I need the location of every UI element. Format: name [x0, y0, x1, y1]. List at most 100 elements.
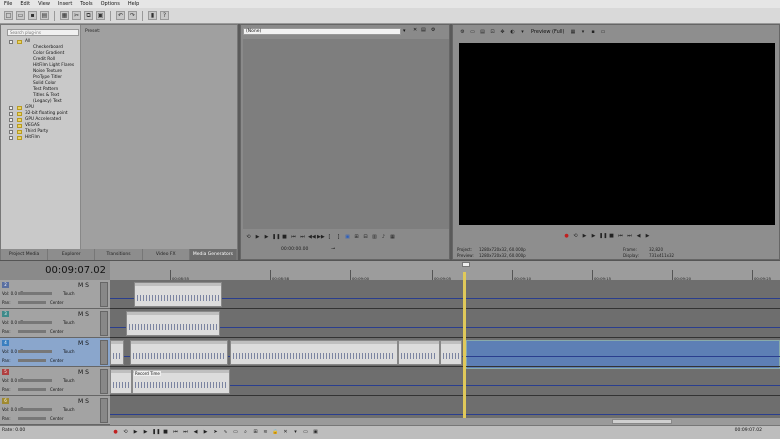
stop-icon[interactable]: ■: [162, 429, 169, 436]
tree-item[interactable]: Checkerboard: [33, 45, 63, 50]
audio-clip[interactable]: [398, 340, 440, 365]
forward-icon[interactable]: ▶: [202, 429, 209, 436]
insert-icon[interactable]: ⊟: [362, 234, 369, 241]
snapshot-icon[interactable]: ▪: [590, 29, 597, 36]
region-icon[interactable]: ▭: [302, 429, 309, 436]
next-frame-icon[interactable]: ⏭: [182, 429, 189, 436]
copy-icon[interactable]: ⧉: [84, 11, 93, 20]
prev-frame-icon[interactable]: ⏮: [290, 234, 297, 241]
mute-solo-buttons[interactable]: M S: [78, 398, 89, 405]
pan-slider[interactable]: [18, 417, 46, 420]
volume-envelope[interactable]: [110, 414, 780, 415]
tree-item[interactable]: HitFilm Light Flares: [33, 63, 74, 68]
crop-icon[interactable]: ⊡: [489, 29, 496, 36]
loop-icon[interactable]: ⟲: [245, 234, 252, 241]
tab-video-fx[interactable]: Video FX: [143, 249, 190, 260]
timeline-scrollbar[interactable]: [110, 418, 780, 425]
track-lane[interactable]: [110, 338, 780, 367]
open-icon[interactable]: ▭: [16, 11, 25, 20]
track-header[interactable]: 5Vol: 0.0 dBTouchPan:CenterM S: [0, 367, 110, 396]
selection-icon[interactable]: ▭: [232, 429, 239, 436]
overlay-icon[interactable]: ▣: [344, 234, 351, 241]
expand-icon[interactable]: [9, 106, 13, 110]
menu-help[interactable]: Help: [124, 1, 143, 7]
tab-explorer[interactable]: Explorer: [48, 249, 96, 260]
track-header[interactable]: 3Vol: 0.0 dBTouchPan:CenterM S: [0, 309, 110, 338]
tree-item[interactable]: GPU Accelerated: [25, 117, 61, 122]
audio-clip[interactable]: [230, 340, 398, 365]
expand-icon[interactable]: [9, 136, 13, 140]
scrollbar-thumb[interactable]: [612, 419, 672, 424]
undo-icon[interactable]: ↶: [116, 11, 125, 20]
audio-clip[interactable]: [440, 340, 462, 365]
split-screen-icon[interactable]: ◐: [509, 29, 516, 36]
stop-icon[interactable]: ■: [608, 233, 615, 240]
preview-screen[interactable]: [459, 43, 775, 225]
chevron-down-icon[interactable]: ▾: [580, 29, 587, 36]
expand-icon[interactable]: [9, 40, 13, 44]
loop-region-marker[interactable]: [462, 262, 470, 267]
track-header[interactable]: 6Vol: 0.0 dBTouchPan:CenterM S: [0, 396, 110, 425]
playhead-cursor[interactable]: [463, 272, 466, 418]
snap-icon[interactable]: ⊞: [252, 429, 259, 436]
volume-slider[interactable]: [18, 292, 52, 295]
audio-sync-icon[interactable]: ⊸: [331, 246, 335, 252]
tree-item[interactable]: Color Gradient: [33, 51, 64, 56]
ripple-icon[interactable]: ≋: [262, 429, 269, 436]
menu-view[interactable]: View: [34, 1, 54, 7]
audio-clip[interactable]: [134, 282, 222, 307]
fx-icon[interactable]: ▮: [148, 11, 157, 20]
volume-slider[interactable]: [18, 350, 52, 353]
redo-icon[interactable]: ↷: [128, 11, 137, 20]
audio-clip[interactable]: [110, 340, 124, 365]
tree-item[interactable]: VEGAS: [25, 123, 40, 128]
video-icon[interactable]: ▦: [389, 234, 396, 241]
tree-item[interactable]: 32-bit floating point: [25, 111, 68, 116]
audio-icon[interactable]: ♪: [380, 234, 387, 241]
automation-mode[interactable]: Touch: [63, 291, 74, 296]
auto-crossfade-icon[interactable]: ✕: [282, 429, 289, 436]
settings-icon[interactable]: ⚙: [431, 27, 435, 33]
track-lane[interactable]: [110, 309, 780, 338]
pan-slider[interactable]: [18, 359, 46, 362]
audio-clip[interactable]: [126, 311, 220, 336]
remove-icon[interactable]: ✕: [413, 27, 417, 33]
tab-media-generators[interactable]: Media Generators: [189, 249, 238, 260]
pan-slider[interactable]: [18, 330, 46, 333]
loop-icon[interactable]: ⟲: [572, 233, 579, 240]
play-icon[interactable]: ▶: [263, 234, 270, 241]
menu-insert[interactable]: Insert: [54, 1, 76, 7]
automation-mode[interactable]: Touch: [63, 407, 74, 412]
tree-item[interactable]: Test Pattern: [33, 87, 58, 92]
expand-icon[interactable]: [9, 124, 13, 128]
tab-project-media[interactable]: Project Media: [1, 249, 49, 260]
automation-mode[interactable]: Touch: [63, 378, 74, 383]
settings-icon[interactable]: ⚙: [459, 29, 466, 36]
trimmer-viewport[interactable]: [243, 39, 449, 229]
zoom-icon[interactable]: ⌕: [242, 429, 249, 436]
event-icon[interactable]: ▣: [312, 429, 319, 436]
prev-frame-icon[interactable]: ⏮: [617, 233, 624, 240]
pan-slider[interactable]: [18, 301, 46, 304]
audio-clip[interactable]: [110, 369, 132, 394]
track-header[interactable]: 2Vol: 0.0 dBTouchPan:CenterM S: [0, 280, 110, 309]
normal-edit-icon[interactable]: ➤: [212, 429, 219, 436]
mute-solo-buttons[interactable]: M S: [78, 340, 89, 347]
play-icon[interactable]: ▶: [590, 233, 597, 240]
help-icon[interactable]: ?: [160, 11, 169, 20]
cut-icon[interactable]: ✂: [72, 11, 81, 20]
mute-solo-buttons[interactable]: M S: [78, 311, 89, 318]
tree-item[interactable]: HitFilm: [25, 135, 40, 140]
tree-item[interactable]: Noise Texture: [33, 69, 62, 74]
track-lane[interactable]: [110, 280, 780, 309]
forward-icon[interactable]: ▶: [644, 233, 651, 240]
expand-icon[interactable]: [9, 118, 13, 122]
tab-transitions[interactable]: Transitions: [95, 249, 143, 260]
pause-icon[interactable]: ❚❚: [599, 233, 607, 240]
prev-frame-icon[interactable]: ⏮: [172, 429, 179, 436]
preview-quality-select[interactable]: Preview (Full): [529, 29, 567, 35]
chevron-down-icon[interactable]: ▾: [519, 29, 526, 36]
menu-tools[interactable]: Tools: [76, 1, 96, 7]
pause-icon[interactable]: ❚❚: [152, 429, 160, 436]
pause-icon[interactable]: ❚❚: [272, 234, 280, 241]
